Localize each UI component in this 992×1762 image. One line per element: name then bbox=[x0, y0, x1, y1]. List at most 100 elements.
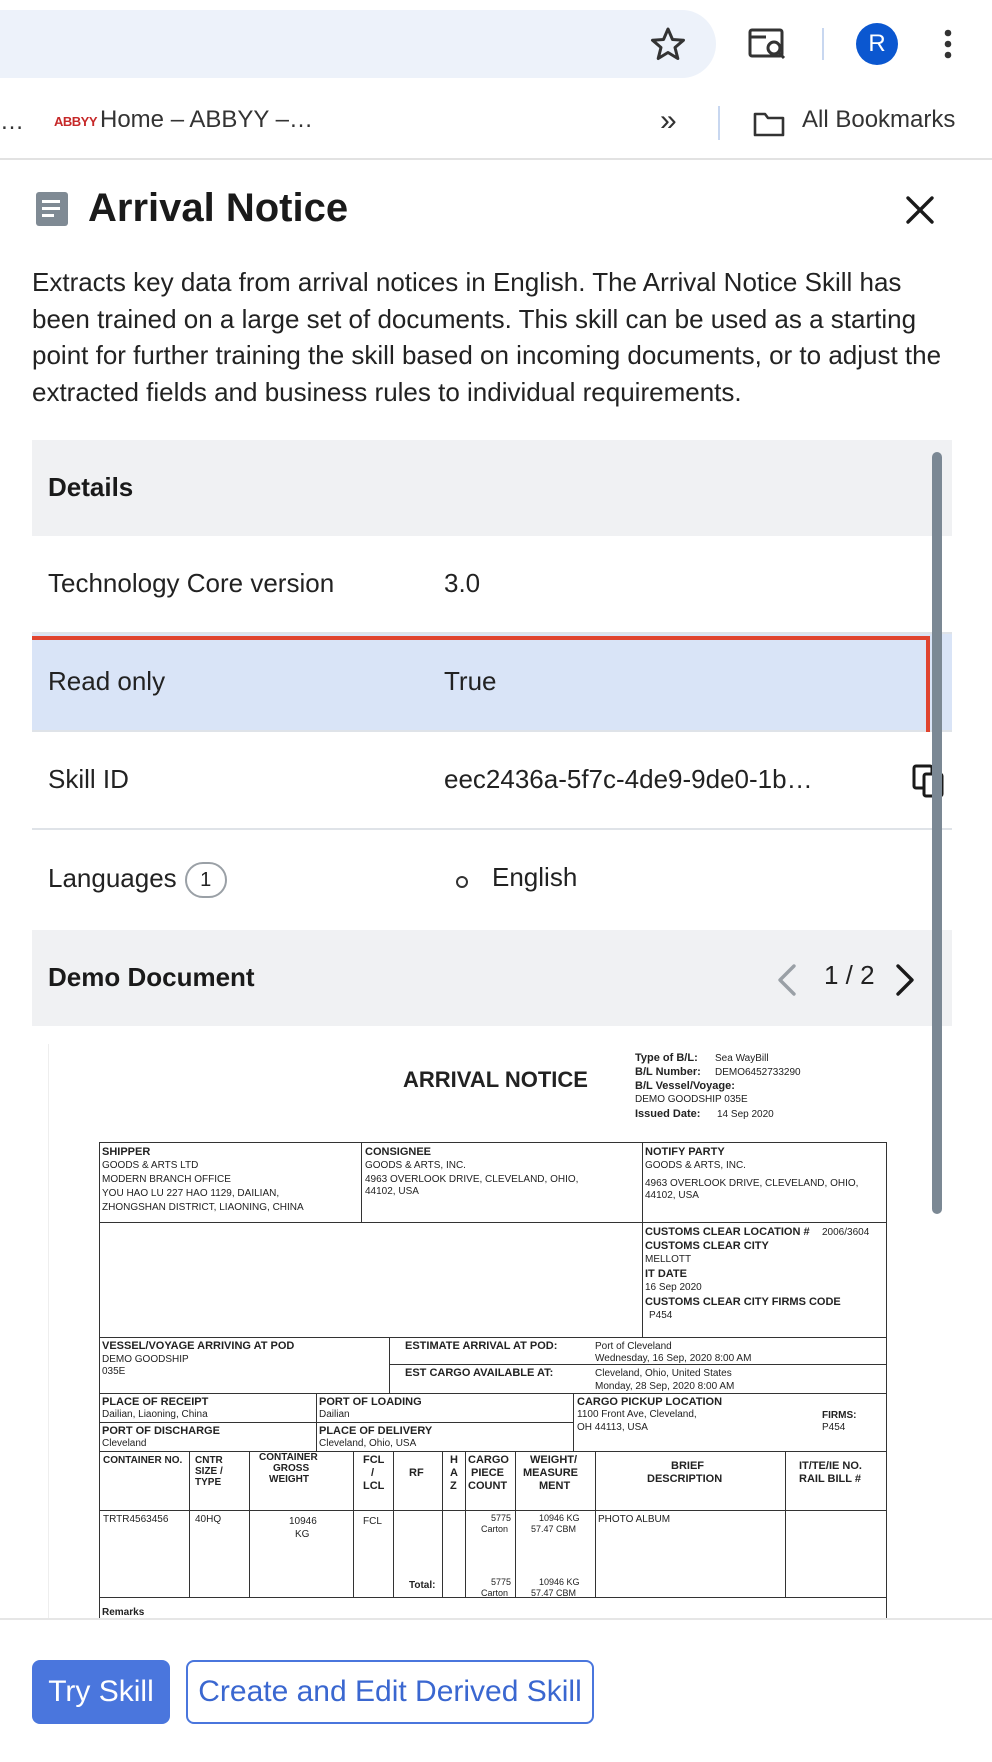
doc-col-weight: WEIGHT bbox=[269, 1474, 309, 1485]
demo-document-heading: Demo Document bbox=[48, 962, 255, 992]
doc-col-size: SIZE / bbox=[195, 1466, 223, 1477]
doc-total-measure: 57.47 CBM bbox=[531, 1588, 577, 1598]
scrollbar-thumb[interactable] bbox=[932, 452, 942, 1214]
detail-value: True bbox=[444, 666, 497, 696]
doc-shipper-line: ZHONGSHAN DISTRICT, LIAONING, CHINA bbox=[102, 1202, 304, 1213]
create-derived-skill-button[interactable]: Create and Edit Derived Skill bbox=[186, 1660, 594, 1724]
doc-col-measure: MEASURE bbox=[523, 1467, 579, 1479]
doc-cargo-avail-date: Monday, 28 Sep, 2020 8:00 AM bbox=[595, 1381, 735, 1392]
profile-avatar[interactable]: R bbox=[856, 23, 898, 65]
doc-delivery-label: PLACE OF DELIVERY bbox=[319, 1425, 433, 1437]
doc-issued-label: Issued Date: bbox=[635, 1108, 701, 1120]
doc-firms-code-label: CUSTOMS CLEAR CITY FIRMS CODE bbox=[645, 1296, 841, 1308]
bookmark-home-abbyy[interactable]: Home – ABBYY –… bbox=[100, 106, 313, 134]
doc-col-haz: A bbox=[450, 1467, 458, 1479]
doc-bl-type-label: Type of B/L: bbox=[635, 1052, 698, 1064]
doc-remarks: Remarks bbox=[102, 1607, 145, 1618]
doc-discharge-label: PORT OF DISCHARGE bbox=[102, 1425, 220, 1437]
chevron-left-icon[interactable] bbox=[772, 960, 802, 1000]
doc-shipper-label: SHIPPER bbox=[102, 1146, 151, 1158]
folder-icon bbox=[753, 112, 785, 137]
detail-value: eec2436a-5f7c-4de9-9de0-1b… bbox=[444, 764, 813, 794]
doc-col-piece: COUNT bbox=[468, 1480, 508, 1492]
detail-row-skill-id: Skill ID eec2436a-5f7c-4de9-9de0-1b… bbox=[32, 732, 952, 830]
doc-col-rail: RAIL BILL # bbox=[799, 1473, 861, 1485]
languages-label: Languages 1 bbox=[48, 862, 227, 898]
doc-total-label: Total: bbox=[409, 1580, 436, 1591]
doc-notify-line: 4963 OVERLOOK DRIVE, CLEVELAND, OHIO, bbox=[645, 1178, 859, 1189]
doc-notify-line: GOODS & ARTS, INC. bbox=[645, 1160, 746, 1171]
doc-col-piece: PIECE bbox=[471, 1467, 505, 1479]
doc-eta-label: ESTIMATE ARRIVAL AT POD: bbox=[405, 1340, 558, 1352]
page-indicator: 1 / 2 bbox=[824, 960, 875, 990]
browser-chrome: R … ABBYY Home – ABBYY –… » All Bookmark… bbox=[0, 0, 992, 160]
all-bookmarks-link[interactable]: All Bookmarks bbox=[802, 106, 955, 134]
detail-row-read-only: Read only True bbox=[32, 634, 952, 732]
address-bar[interactable] bbox=[0, 10, 716, 78]
demo-document-preview: ARRIVAL NOTICE Type of B/L: Sea WayBill … bbox=[48, 1044, 930, 1618]
doc-it-date-label: IT DATE bbox=[645, 1268, 687, 1280]
doc-col-haz: H bbox=[450, 1454, 458, 1466]
bookmark-truncated[interactable]: … bbox=[0, 108, 24, 136]
doc-row-piece: Carton bbox=[481, 1524, 509, 1534]
doc-discharge: Cleveland bbox=[102, 1438, 147, 1449]
doc-vessel-line: DEMO GOODSHIP bbox=[102, 1354, 189, 1365]
star-icon[interactable] bbox=[648, 24, 688, 64]
doc-shipper-line: YOU HAO LU 227 HAO 1129, DAILIAN, bbox=[102, 1188, 280, 1199]
doc-notify-line: 44102, USA bbox=[645, 1190, 699, 1201]
details-header: Details bbox=[32, 440, 952, 536]
doc-eta-place: Port of Cleveland bbox=[595, 1341, 672, 1352]
bookmarks-overflow-icon[interactable]: » bbox=[660, 104, 677, 138]
doc-receipt: Dailian, Liaoning, China bbox=[102, 1409, 208, 1420]
close-icon[interactable] bbox=[900, 190, 940, 230]
doc-firms-label: FIRMS: bbox=[822, 1410, 857, 1421]
tab-search-icon[interactable] bbox=[746, 24, 790, 64]
toolbar-divider bbox=[822, 28, 824, 60]
doc-vessel-line: 035E bbox=[102, 1366, 126, 1377]
try-skill-button[interactable]: Try Skill bbox=[32, 1660, 170, 1724]
doc-customs-location: 2006/3604 bbox=[822, 1227, 870, 1238]
skill-description: Extracts key data from arrival notices i… bbox=[32, 267, 942, 407]
doc-it-date: 16 Sep 2020 bbox=[645, 1282, 702, 1293]
languages-count-badge: 1 bbox=[184, 862, 227, 898]
abbyy-favicon-icon: ABBYY bbox=[54, 114, 98, 129]
doc-row-fcl: FCL bbox=[363, 1516, 382, 1527]
doc-shipper-line: MODERN BRANCH OFFICE bbox=[102, 1174, 231, 1185]
doc-bl-vessel: DEMO GOODSHIP 035E bbox=[635, 1094, 748, 1105]
doc-col-haz: Z bbox=[450, 1480, 457, 1492]
detail-row-core-version: Technology Core version 3.0 bbox=[32, 536, 952, 634]
language-item: English bbox=[492, 862, 578, 892]
doc-bl-number-label: B/L Number: bbox=[635, 1066, 701, 1078]
chevron-right-icon[interactable] bbox=[890, 960, 920, 1000]
doc-firms: P454 bbox=[822, 1422, 846, 1433]
doc-row-weight: KG bbox=[295, 1529, 310, 1540]
doc-row-piece: 5775 bbox=[491, 1513, 512, 1523]
doc-col-fcl: / bbox=[371, 1467, 375, 1479]
doc-customs-city: MELLOTT bbox=[645, 1254, 692, 1265]
doc-pickup-line: 1100 Front Ave, Cleveland, bbox=[577, 1409, 697, 1420]
detail-label: Skill ID bbox=[48, 764, 129, 794]
panel-title: Arrival Notice bbox=[88, 186, 349, 230]
doc-col-container: CONTAINER NO. bbox=[103, 1455, 183, 1466]
doc-cargo-avail-label: EST CARGO AVAILABLE AT: bbox=[405, 1367, 554, 1379]
doc-delivery: Cleveland, Ohio, USA bbox=[319, 1438, 417, 1449]
doc-col-desc: BRIEF bbox=[671, 1460, 704, 1472]
doc-loading: Dailian bbox=[319, 1409, 350, 1420]
doc-col-fcl: LCL bbox=[363, 1480, 385, 1492]
bullet-icon bbox=[456, 876, 468, 888]
doc-vessel-label: VESSEL/VOYAGE ARRIVING AT POD bbox=[102, 1340, 295, 1352]
doc-pickup-line: OH 44113, USA bbox=[577, 1422, 648, 1433]
doc-col-measure: MENT bbox=[539, 1480, 571, 1492]
more-menu-icon[interactable] bbox=[930, 24, 966, 64]
detail-value: 3.0 bbox=[444, 568, 481, 598]
doc-col-size: TYPE bbox=[195, 1477, 222, 1488]
doc-row-desc: PHOTO ALBUM bbox=[598, 1514, 671, 1525]
doc-col-size: CNTR bbox=[195, 1455, 223, 1466]
doc-col-weight: CONTAINER bbox=[259, 1452, 318, 1463]
detail-row-languages: Languages 1 English bbox=[32, 830, 952, 926]
doc-total-piece: Carton bbox=[481, 1588, 509, 1598]
doc-col-measure: WEIGHT/ bbox=[530, 1454, 578, 1466]
doc-consignee-label: CONSIGNEE bbox=[365, 1146, 432, 1158]
doc-row-measure: 57.47 CBM bbox=[531, 1524, 577, 1534]
doc-customs-city-label: CUSTOMS CLEAR CITY bbox=[645, 1240, 769, 1252]
